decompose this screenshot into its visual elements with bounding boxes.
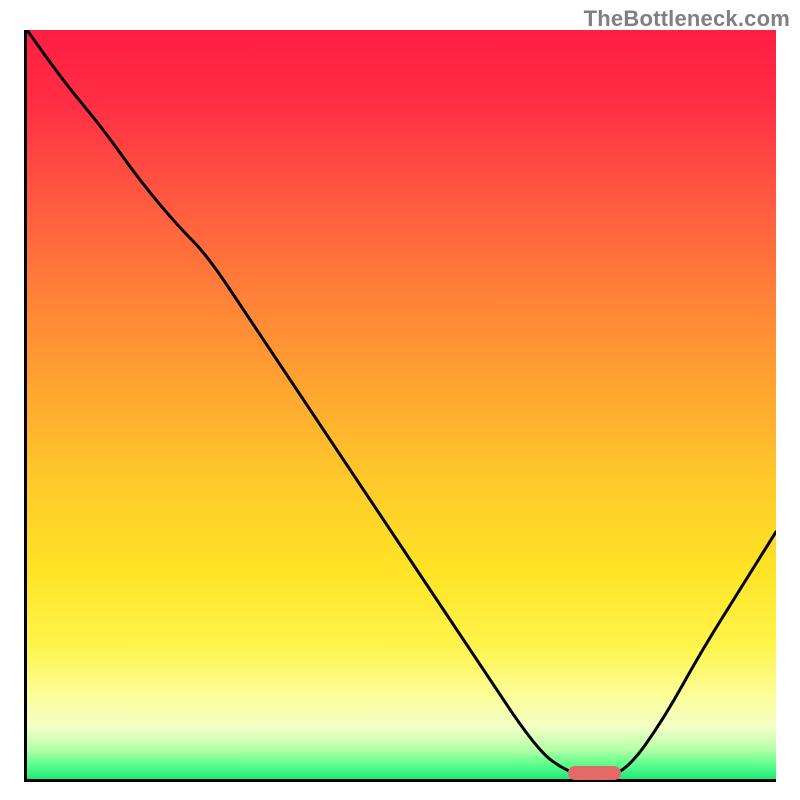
watermark-text: TheBottleneck.com: [584, 6, 790, 32]
bottleneck-curve: [27, 30, 776, 779]
plot-area: [24, 30, 776, 782]
optimal-range-marker: [568, 766, 621, 780]
curve-path: [27, 30, 776, 777]
chart-stage: TheBottleneck.com: [0, 0, 800, 800]
